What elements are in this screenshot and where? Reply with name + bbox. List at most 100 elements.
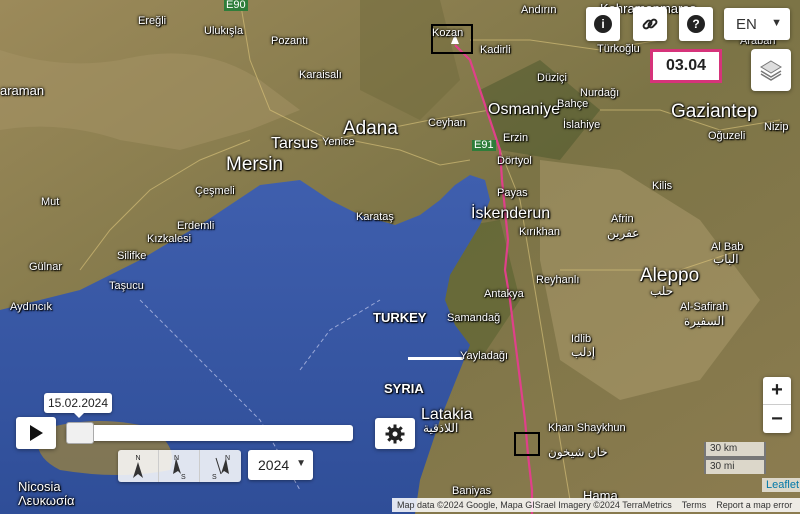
label-cesmeli: Çeşmeli bbox=[195, 185, 235, 197]
label-bahce: Bahçe bbox=[557, 98, 589, 110]
label-dortyol: Dörtyol bbox=[497, 155, 532, 167]
label-aydincik: Aydıncık bbox=[10, 301, 52, 313]
label-kadirli: Kadirli bbox=[480, 44, 511, 56]
timeline-slider-thumb[interactable] bbox=[66, 422, 94, 444]
label-nizip: Nizip bbox=[764, 121, 789, 133]
label-kirikhan: Kırıkhan bbox=[519, 226, 560, 238]
label-lefkosia: Λευκωσία bbox=[18, 493, 75, 508]
zoom-control: + − bbox=[763, 377, 791, 433]
label-antakya: Antakya bbox=[484, 288, 524, 300]
road-sign-e91: E91 bbox=[472, 139, 496, 151]
label-afrin-ar: عفرين bbox=[607, 226, 640, 240]
label-pozanti: Pozantı bbox=[271, 35, 309, 47]
label-reyhanli: Reyhanlı bbox=[536, 274, 580, 286]
label-al-bab-ar: الباب bbox=[713, 252, 739, 266]
label-idlib-ar: إدلب bbox=[571, 345, 596, 359]
orientation-route-button[interactable]: N S bbox=[159, 450, 200, 482]
label-turkoglu: Türkoğlu bbox=[597, 43, 640, 55]
info-button[interactable]: i bbox=[586, 7, 620, 41]
label-tarsus: Tarsus bbox=[271, 135, 319, 152]
play-icon bbox=[30, 425, 43, 441]
link-icon bbox=[642, 18, 658, 30]
label-erdemli: Erdemli bbox=[177, 220, 215, 232]
label-kizkalesi: Kızkalesi bbox=[147, 233, 192, 245]
label-silifke: Silifke bbox=[117, 250, 147, 262]
year-select[interactable]: 2024 ▼ bbox=[248, 450, 313, 480]
layers-icon bbox=[760, 60, 782, 81]
label-khan-shaykhun: Khan Shaykhun bbox=[548, 422, 626, 434]
label-osmaniye: Osmaniye bbox=[488, 101, 561, 118]
label-samandag: Samandağ bbox=[447, 312, 501, 324]
date-tooltip: 15.02.2024 bbox=[44, 393, 112, 418]
zoom-in-button[interactable]: + bbox=[763, 377, 791, 405]
label-mersin: Mersin bbox=[226, 154, 284, 175]
settings-button[interactable] bbox=[375, 418, 415, 449]
label-karatas: Karataş bbox=[356, 211, 394, 223]
label-gulnar: Gülnar bbox=[29, 261, 63, 273]
label-iskenderun: İskenderun bbox=[471, 205, 551, 222]
terms-link[interactable]: Terms bbox=[682, 500, 707, 510]
scale-mi: 30 mi bbox=[704, 458, 766, 474]
label-syria: SYRIA bbox=[384, 381, 424, 396]
label-aleppo: Aleppo bbox=[640, 265, 700, 286]
label-eregli: Ereğli bbox=[138, 15, 167, 27]
scale-line-marker bbox=[408, 357, 463, 360]
label-tasucu: Taşucu bbox=[109, 280, 144, 292]
label-mut: Mut bbox=[41, 196, 60, 208]
scale-km: 30 km bbox=[704, 442, 766, 458]
current-date-display: 03.04 bbox=[650, 49, 722, 83]
leaflet-link[interactable]: Leaflet bbox=[762, 478, 800, 492]
rotated-arrow-icon: N S bbox=[173, 455, 186, 480]
label-kozan: Kozan bbox=[432, 27, 464, 39]
attribution-map-data: Map data ©2024 Google, Mapa GISrael Imag… bbox=[397, 500, 672, 510]
label-nicosia: Nicosia bbox=[18, 479, 61, 494]
road-sign-e90: E90 bbox=[224, 0, 248, 11]
label-andirin: Andırın bbox=[521, 4, 557, 16]
label-al-safirah: Al-Safirah bbox=[680, 301, 729, 313]
svg-text:S: S bbox=[181, 474, 186, 480]
label-erzin: Erzin bbox=[503, 132, 529, 144]
label-idlib: Idlib bbox=[571, 333, 592, 345]
label-al-safirah-ar: السفيرة bbox=[684, 314, 725, 328]
end-marker-box[interactable] bbox=[514, 432, 540, 456]
label-gaziantep: Gaziantep bbox=[671, 101, 758, 122]
attribution-bar: Map data ©2024 Google, Mapa GISrael Imag… bbox=[392, 498, 800, 512]
label-khan-shaykhun-ar: خان شيخون bbox=[548, 445, 608, 459]
svg-text:S: S bbox=[212, 474, 217, 480]
label-karaisali: Karaisalı bbox=[299, 69, 342, 81]
language-select[interactable]: EN ▼ bbox=[724, 8, 790, 40]
gear-icon bbox=[385, 424, 405, 443]
timeline-slider[interactable] bbox=[66, 422, 353, 444]
chevron-down-icon: ▼ bbox=[296, 458, 306, 469]
share-link-button[interactable] bbox=[633, 7, 667, 41]
orientation-flip-button[interactable]: N S bbox=[200, 450, 241, 482]
orientation-north-up-button[interactable]: N bbox=[118, 450, 159, 482]
label-duzici: Düziçi bbox=[537, 72, 567, 84]
info-icon: i bbox=[594, 15, 612, 33]
layers-button[interactable] bbox=[751, 49, 791, 91]
flip-arrow-icon: N S bbox=[212, 455, 230, 480]
year-value: 2024 bbox=[258, 457, 290, 473]
help-button[interactable]: ? bbox=[679, 7, 713, 41]
label-baniyas: Baniyas bbox=[452, 485, 492, 497]
label-turkey: TURKEY bbox=[373, 310, 427, 325]
north-arrow-icon: N bbox=[133, 455, 143, 478]
language-value: EN bbox=[736, 15, 757, 33]
label-yenice: Yenice bbox=[322, 136, 355, 148]
label-araman: araman bbox=[0, 83, 45, 98]
svg-text:N: N bbox=[135, 455, 140, 462]
label-yayladagi: Yayladağı bbox=[460, 350, 509, 362]
report-map-error-link[interactable]: Report a map error bbox=[716, 500, 792, 510]
label-ulukisla: Ulukışla bbox=[204, 25, 244, 37]
label-afrin: Afrin bbox=[611, 213, 634, 225]
play-button[interactable] bbox=[16, 417, 56, 449]
label-islahiye: İslahiye bbox=[563, 119, 601, 131]
zoom-out-button[interactable]: − bbox=[763, 405, 791, 433]
label-nurdagi: Nurdağı bbox=[580, 87, 620, 99]
help-icon: ? bbox=[687, 15, 705, 33]
chevron-down-icon: ▼ bbox=[771, 17, 782, 29]
label-latakia-ar: اللاذقية bbox=[423, 421, 459, 435]
orientation-selector: N N S N S bbox=[118, 450, 241, 482]
label-ceyhan: Ceyhan bbox=[428, 117, 466, 129]
label-kilis: Kilis bbox=[652, 180, 673, 192]
